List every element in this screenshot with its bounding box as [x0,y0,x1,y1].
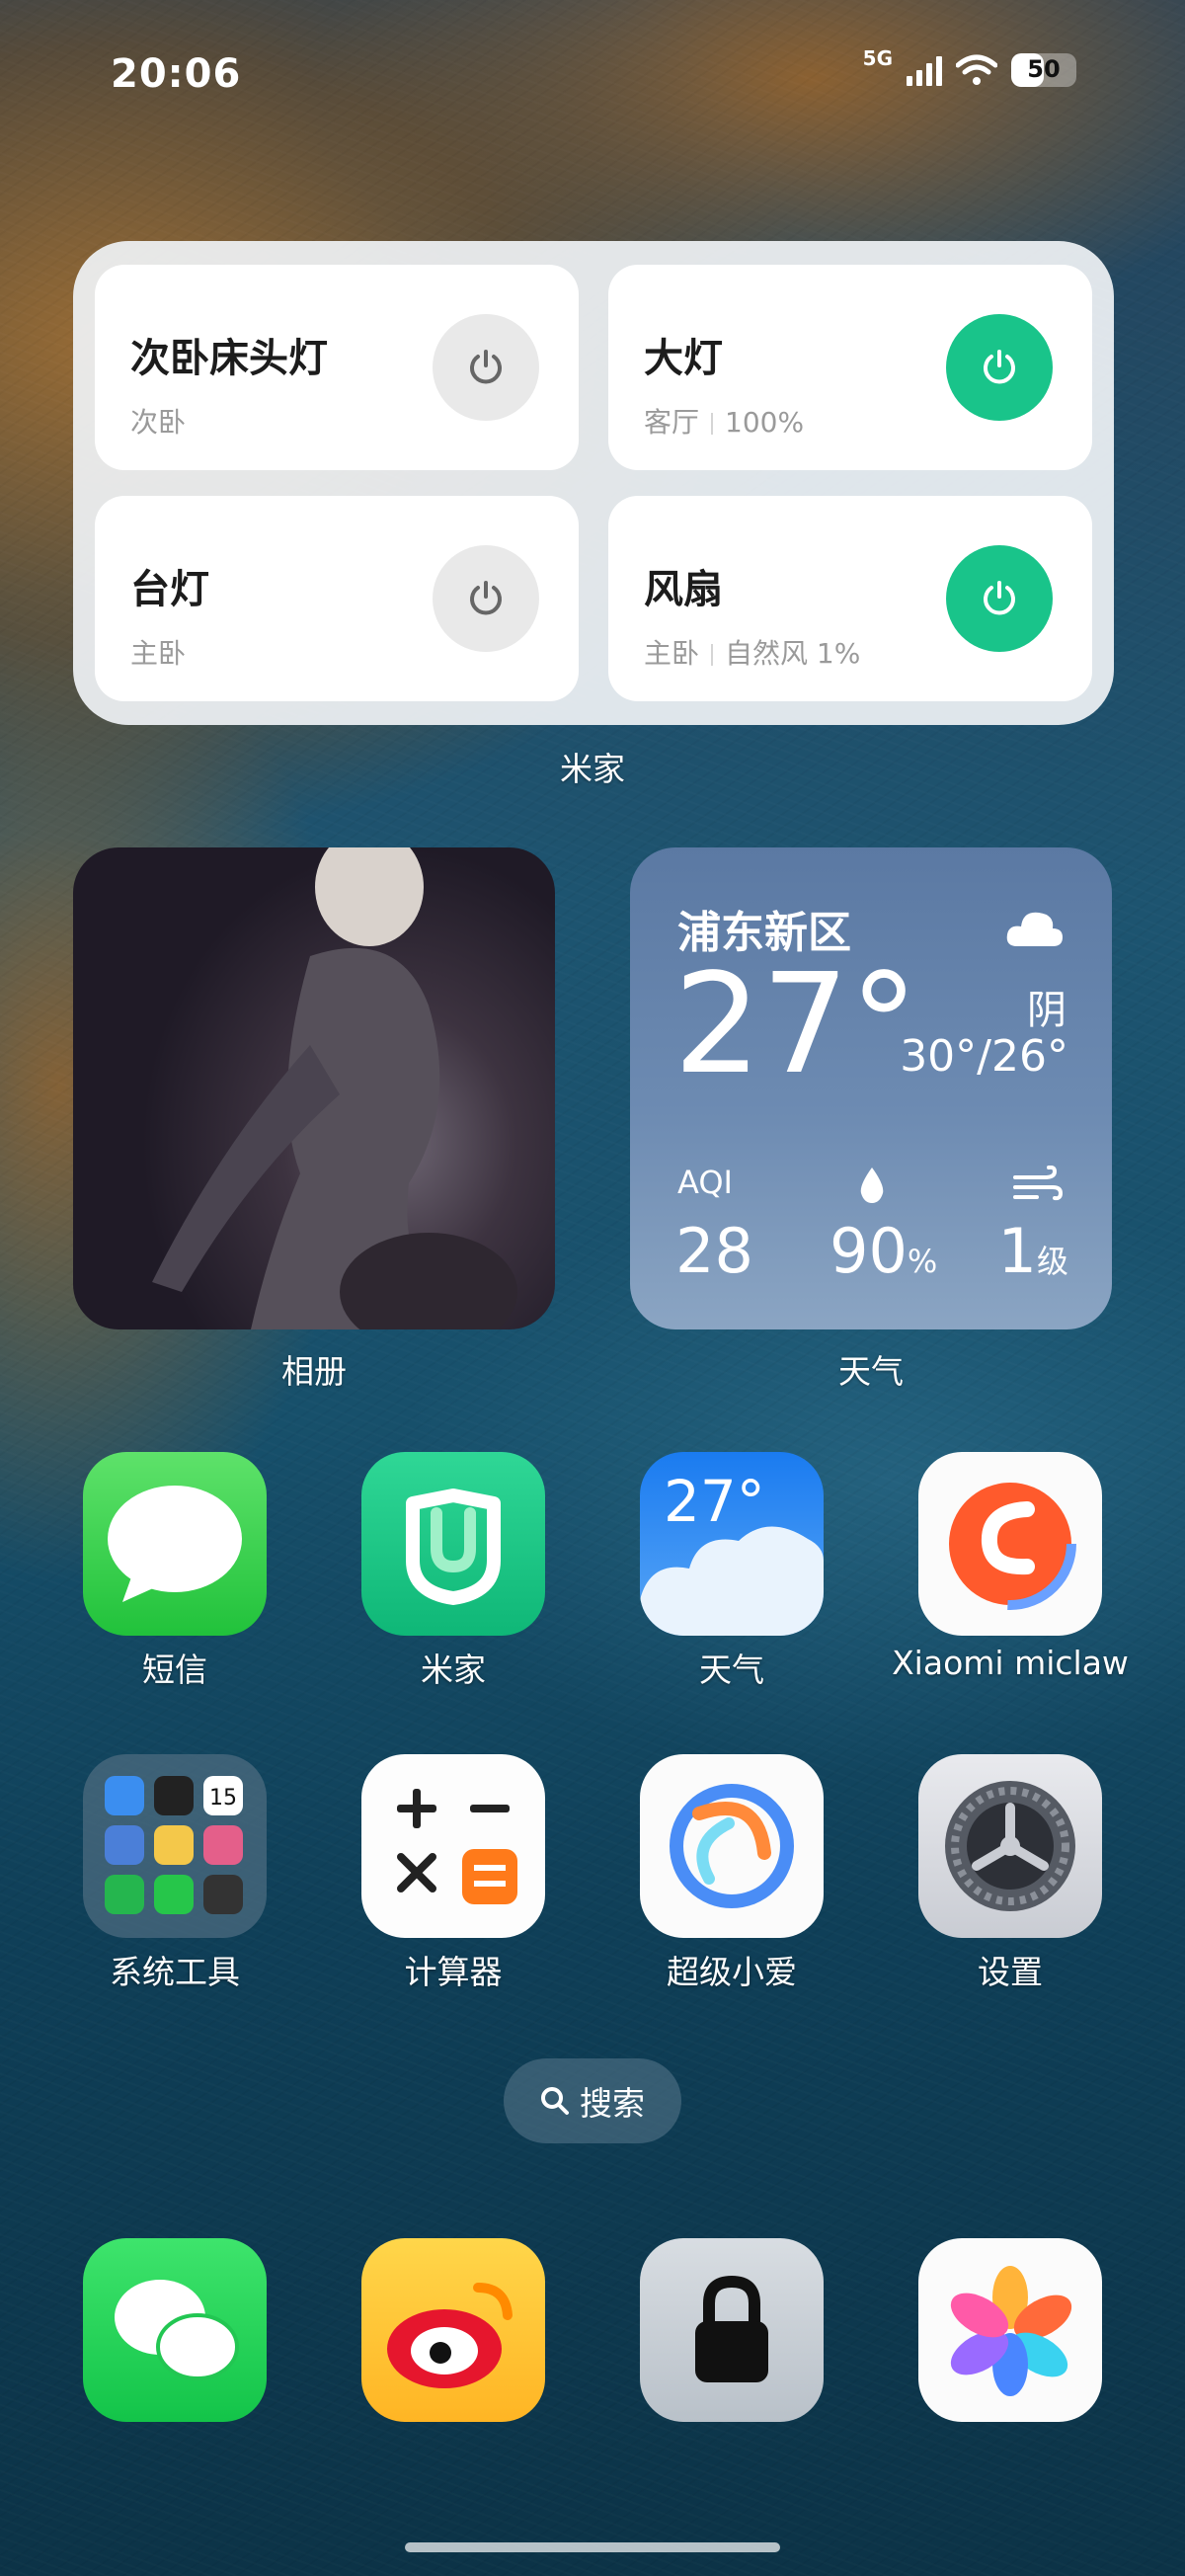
battery-level: 50 [1027,55,1061,83]
humidity-icon [860,1167,884,1203]
search-icon [541,2087,569,2115]
power-icon [470,581,502,615]
wind-icon [1013,1166,1063,1201]
status-time: 20:06 [111,51,242,97]
device-name: 台灯 [130,567,209,612]
settings-icon [945,1781,1075,1911]
humidity-number: 90 [830,1215,908,1287]
network-type: 5G [862,46,893,70]
miclaw-app[interactable] [918,1452,1102,1636]
gallery-icon [950,2266,1072,2396]
messages-app[interactable] [83,1452,267,1636]
album-widget-label: 相册 [281,1352,347,1391]
cloudy-icon [1006,912,1063,946]
home-indicator[interactable] [405,2542,780,2552]
xiaoai-icon [670,1784,794,1908]
device-room-text: 主卧 [130,637,187,670]
system-tools-folder[interactable]: 15 [83,1754,267,1938]
system-tools-folder-icon: 15 [83,1754,267,1938]
wind-value: 1级 [998,1215,1068,1287]
album-widget[interactable] [73,847,555,1329]
power-toggle-button[interactable] [946,545,1053,652]
app-label: 设置 [978,1953,1043,1991]
device-name: 风扇 [644,567,723,612]
humidity-value: 90% [830,1215,937,1287]
weibo-icon [387,2283,513,2388]
weather-temperature: 27° [673,944,919,1105]
wifi-icon [956,54,997,85]
weather-widget-label: 天气 [838,1352,904,1391]
device-room: 客厅 100% [644,401,804,441]
humidity-unit: % [907,1243,938,1280]
power-toggle-button[interactable] [433,545,539,652]
gallery-app[interactable] [918,2238,1102,2422]
app-label: Xiaomi miclaw [892,1644,1129,1682]
power-icon [984,581,1015,615]
power-icon [470,350,502,384]
device-room: 主卧 自然风 1% [644,632,860,672]
device-room: 次卧 [130,401,186,441]
device-tile-bedside-lamp[interactable]: 次卧床头灯 次卧 [95,265,579,470]
device-room-text: 主卧 [644,637,700,670]
app-label: 计算器 [404,1953,503,1991]
device-room-text: 次卧 [130,406,187,439]
battery-icon: 50 [1011,53,1076,87]
search-button[interactable]: 搜索 [504,2058,681,2143]
album-photo [152,847,517,1329]
settings-app[interactable] [918,1754,1102,1938]
search-label: 搜索 [580,2084,645,2123]
device-tile-main-light[interactable]: 大灯 客厅 100% [608,265,1092,470]
weather-icon: 27° [640,1452,824,1636]
calculator-app[interactable] [361,1754,545,1938]
power-toggle-button[interactable] [946,314,1053,421]
power-icon [984,350,1015,384]
message-icon [108,1486,242,1602]
mijia-widget-label: 米家 [560,750,625,788]
mijia-app[interactable] [361,1452,545,1636]
device-state: 100% [725,406,805,439]
device-name: 大灯 [644,336,723,381]
wechat-icon [115,2280,239,2380]
wechat-app[interactable] [83,2238,267,2422]
calculator-icon [397,1789,517,1904]
weather-widget[interactable]: 浦东新区 27° 阴 30°/26° AQI 28 90% 1级 [630,847,1112,1329]
device-tile-fan[interactable]: 风扇 主卧 自然风 1% [608,496,1092,701]
mijia-widget[interactable]: 次卧床头灯 次卧 大灯 客厅 100% 台灯 主卧 风扇 主卧 自然风 1% [73,241,1114,725]
weibo-app[interactable] [361,2238,545,2422]
device-name: 次卧床头灯 [130,336,328,381]
xiaoai-app[interactable] [640,1754,824,1938]
app-label: 超级小爱 [667,1953,797,1991]
lock-icon [695,2275,768,2382]
app-label: 天气 [699,1650,764,1689]
aqi-label: AQI [677,1164,733,1201]
signal-icon [907,54,942,86]
weather-condition: 阴 [1027,988,1066,1033]
device-state: 自然风 1% [725,637,861,670]
wind-unit: 级 [1036,1243,1068,1280]
app-lock-app[interactable] [640,2238,824,2422]
wind-number: 1 [997,1215,1037,1287]
device-room-text: 客厅 [644,406,700,439]
calendar-date: 15 [203,1776,243,1815]
mijia-icon [406,1489,501,1605]
miclaw-icon [944,1478,1076,1610]
power-toggle-button[interactable] [433,314,539,421]
weather-temp-range: 30°/26° [900,1031,1068,1082]
app-label: 短信 [142,1650,207,1689]
app-label: 系统工具 [110,1953,240,1991]
aqi-value: 28 [675,1215,753,1287]
weather-app[interactable]: 27° [640,1452,824,1636]
app-label: 米家 [421,1650,486,1689]
device-room: 主卧 [130,632,186,672]
device-tile-desk-lamp[interactable]: 台灯 主卧 [95,496,579,701]
status-icons: 5G 50 [863,46,1076,87]
